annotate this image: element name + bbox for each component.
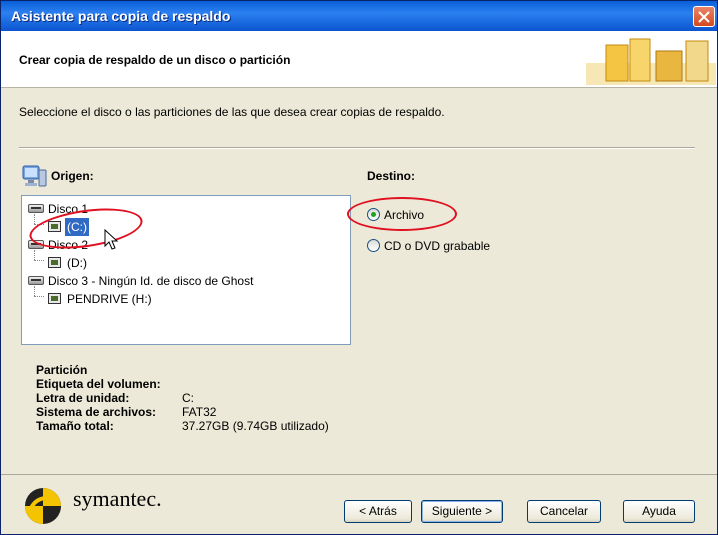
mouse-cursor-icon (104, 229, 119, 250)
highlight-circle-archivo (347, 197, 457, 231)
info-key: Letra de unidad: (36, 391, 130, 405)
info-value: C: (182, 391, 194, 405)
info-section-label: Partición (36, 363, 88, 377)
origin-label: Origen: (51, 169, 94, 183)
back-button[interactable]: < Atrás (344, 500, 412, 523)
close-button[interactable] (693, 6, 715, 27)
tree-connector (34, 214, 35, 224)
backup-wizard-window: Asistente para copia de respaldo Crear c… (0, 0, 718, 535)
partition-icon (48, 293, 61, 304)
window-title: Asistente para copia de respaldo (11, 8, 231, 24)
section-divider (19, 147, 695, 149)
computer-icon (22, 165, 47, 187)
info-value: FAT32 (182, 405, 217, 419)
info-row-volume-label: Etiqueta del volumen: (36, 377, 161, 391)
info-key: Etiqueta del volumen: (36, 377, 161, 391)
brand-text: symantec. (73, 486, 162, 511)
close-icon (698, 11, 710, 23)
wizard-header: Crear copia de respaldo de un disco o pa… (1, 31, 717, 88)
tree-item-label: (D:) (67, 256, 87, 270)
info-row-total-size: Tamaño total: 37.27GB (9.74GB utilizado) (36, 419, 329, 433)
symantec-logo-icon (25, 488, 61, 524)
tree-connector (34, 286, 35, 296)
tree-connector (34, 250, 35, 260)
destination-label: Destino: (367, 169, 415, 183)
footer-divider (1, 474, 717, 475)
header-decoration-icon (566, 33, 716, 85)
tree-connector (34, 296, 44, 297)
hard-disk-icon (28, 204, 44, 213)
page-title: Crear copia de respaldo de un disco o pa… (19, 53, 291, 67)
info-key: Tamaño total: (36, 419, 114, 433)
radio-button[interactable] (367, 239, 380, 252)
tree-item-label: PENDRIVE (H:) (67, 292, 152, 306)
tree-item-label: Disco 3 - Ningún Id. de disco de Ghost (48, 274, 254, 288)
info-value: 37.27GB (9.74GB utilizado) (182, 419, 329, 433)
info-section-title: Partición (36, 363, 87, 377)
title-bar[interactable]: Asistente para copia de respaldo (1, 1, 717, 31)
partition-icon (48, 257, 61, 268)
cancel-button[interactable]: Cancelar (527, 500, 601, 523)
info-row-drive-letter: Letra de unidad: C: (36, 391, 194, 405)
radio-label: CD o DVD grabable (384, 239, 491, 253)
next-button[interactable]: Siguiente > (421, 500, 503, 523)
help-button[interactable]: Ayuda (623, 500, 695, 523)
tree-connector (34, 260, 44, 261)
hard-disk-icon (28, 276, 44, 285)
info-key: Sistema de archivos: (36, 405, 157, 419)
instruction-text: Seleccione el disco o las particiones de… (19, 105, 445, 119)
info-row-file-system: Sistema de archivos: FAT32 (36, 405, 216, 419)
